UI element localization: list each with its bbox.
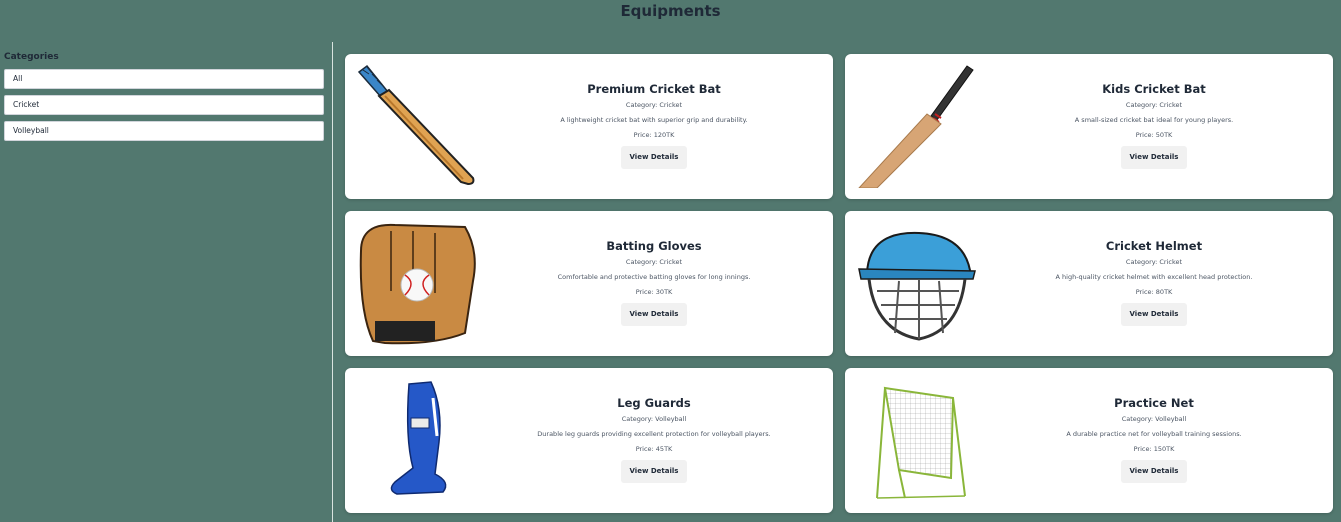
sidebar-heading: Categories: [4, 52, 59, 62]
cricket-bat-icon: [357, 64, 475, 186]
leg-guard-icon: [390, 381, 447, 495]
product-price: Price: 120TK: [633, 131, 675, 139]
category-volleyball-button[interactable]: Volleyball: [4, 121, 324, 141]
product-name: Batting Gloves: [606, 239, 702, 253]
cricket-bat-icon: [858, 65, 974, 188]
category-cricket-button[interactable]: Cricket: [4, 95, 324, 115]
category-sidebar: Categories All Cricket Volleyball: [4, 52, 324, 147]
product-card: Practice Net Category: Volleyball A dura…: [845, 368, 1333, 513]
product-name: Leg Guards: [617, 396, 691, 410]
view-details-button[interactable]: View Details: [620, 303, 688, 326]
product-card: Leg Guards Category: Volleyball Durable …: [345, 368, 833, 513]
product-price: Price: 80TK: [1135, 288, 1173, 296]
view-details-button[interactable]: View Details: [1120, 146, 1188, 169]
product-name: Practice Net: [1114, 396, 1194, 410]
view-details-button[interactable]: View Details: [620, 146, 688, 169]
product-category: Category: Cricket: [1125, 258, 1183, 266]
product-name: Premium Cricket Bat: [587, 82, 721, 96]
view-details-button[interactable]: View Details: [1120, 303, 1188, 326]
helmet-icon: [858, 231, 976, 341]
practice-net-icon: [876, 386, 966, 499]
product-category: Category: Volleyball: [621, 415, 687, 423]
product-description: A high-quality cricket helmet with excel…: [1055, 273, 1253, 281]
product-card: Kids Cricket Bat Category: Cricket A sma…: [845, 54, 1333, 199]
product-description: A lightweight cricket bat with superior …: [560, 116, 748, 124]
page-title: Equipments: [620, 2, 721, 20]
product-category: Category: Cricket: [1125, 101, 1183, 109]
product-description: Comfortable and protective batting glove…: [557, 273, 751, 281]
product-price: Price: 50TK: [1135, 131, 1173, 139]
category-all-button[interactable]: All: [4, 69, 324, 89]
view-details-button[interactable]: View Details: [620, 460, 688, 483]
product-name: Kids Cricket Bat: [1102, 82, 1206, 96]
product-description: Durable leg guards providing excellent p…: [537, 430, 771, 438]
product-name: Cricket Helmet: [1105, 239, 1203, 253]
product-category: Category: Volleyball: [1121, 415, 1187, 423]
glove-icon: [359, 223, 476, 345]
product-category: Category: Cricket: [625, 258, 683, 266]
product-card: Premium Cricket Bat Category: Cricket A …: [345, 54, 833, 199]
product-price: Price: 45TK: [635, 445, 673, 453]
product-card: Batting Gloves Category: Cricket Comfort…: [345, 211, 833, 356]
product-description: A durable practice net for volleyball tr…: [1066, 430, 1242, 438]
product-category: Category: Cricket: [625, 101, 683, 109]
sidebar-divider: [332, 42, 333, 522]
product-price: Price: 150TK: [1133, 445, 1175, 453]
product-description: A small-sized cricket bat ideal for youn…: [1074, 116, 1234, 124]
view-details-button[interactable]: View Details: [1120, 460, 1188, 483]
product-card: Cricket Helmet Category: Cricket A high-…: [845, 211, 1333, 356]
product-price: Price: 30TK: [635, 288, 673, 296]
